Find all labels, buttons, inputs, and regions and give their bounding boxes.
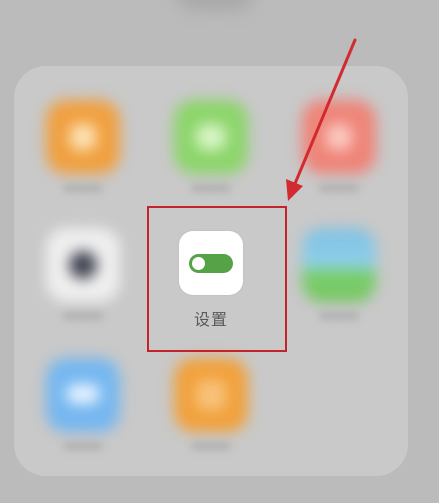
pointer-arrow-icon — [286, 38, 357, 201]
home-screen: 设置 — [0, 0, 439, 503]
